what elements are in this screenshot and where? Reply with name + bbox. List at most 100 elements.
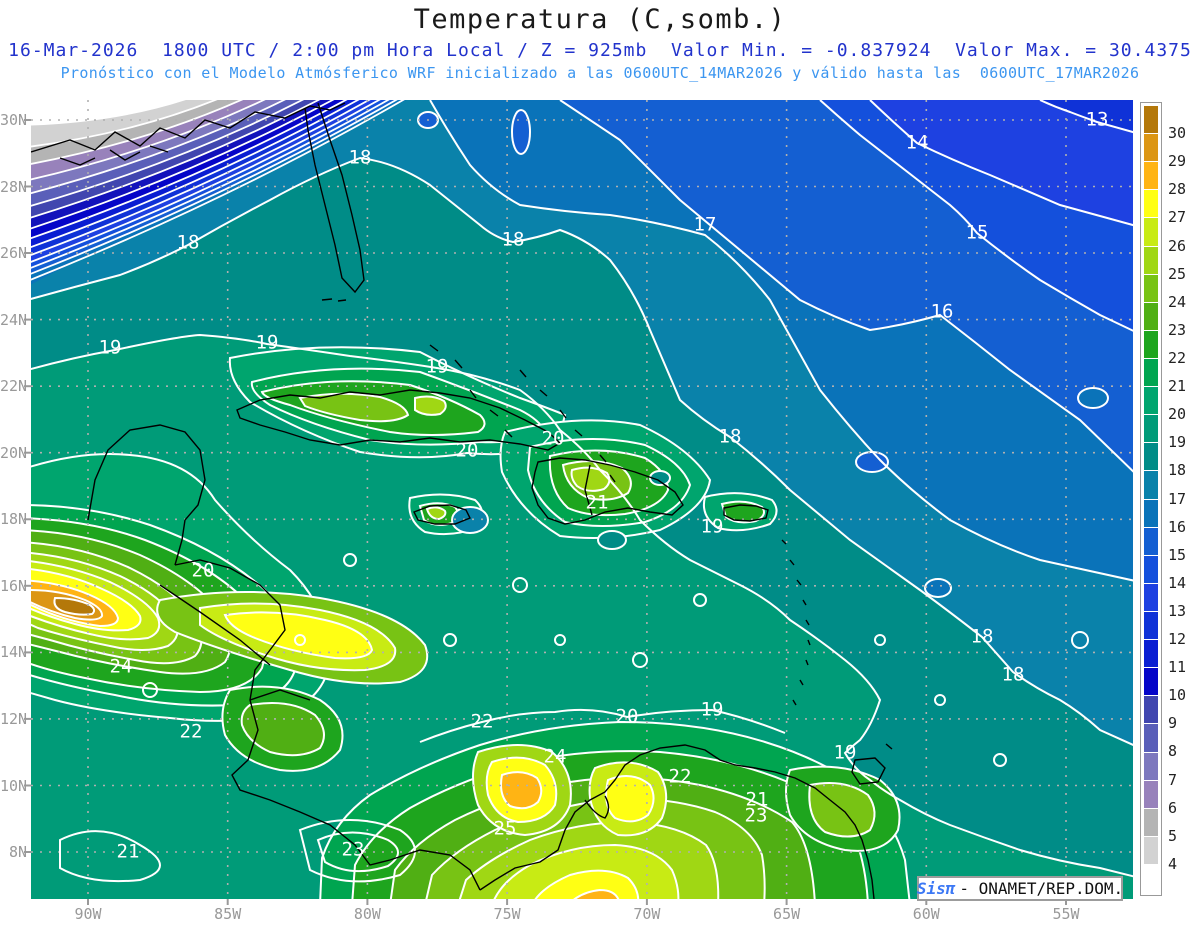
colorbar-segment — [1144, 668, 1158, 696]
colorbar-segment — [1144, 358, 1158, 387]
sispi-logo: Sisπ — [916, 879, 956, 898]
colorbar-value-14: 14 — [1168, 573, 1187, 592]
colorbar-value-26: 26 — [1168, 236, 1187, 255]
lat-label-28N: 28N — [0, 177, 28, 196]
colorbar-value-8: 8 — [1168, 742, 1178, 761]
lat-label-26N: 26N — [0, 244, 28, 262]
contour-label-21: 21 — [586, 492, 609, 514]
lon-label-75W: 75W — [493, 905, 521, 923]
colorbar-segment — [1144, 640, 1158, 668]
lat-label-30N: 30N — [0, 111, 28, 129]
colorbar-value-25: 25 — [1168, 264, 1187, 283]
colorbar-segment — [1144, 274, 1158, 302]
lat-label-18N: 18N — [0, 510, 28, 529]
contour-label-17: 17 — [694, 214, 717, 236]
lon-label-80W: 80W — [353, 905, 381, 923]
lat-label-10N: 10N — [0, 776, 28, 795]
lon-label-90W: 90W — [74, 905, 102, 923]
attribution-text: - ONAMET/REP.DOM. — [959, 879, 1124, 898]
colorbar-segment — [1144, 415, 1158, 443]
colorbar-value-22: 22 — [1168, 348, 1187, 367]
colorbar-segment — [1144, 724, 1158, 752]
colorbar-value-17: 17 — [1168, 489, 1187, 508]
contour-label-22: 22 — [669, 766, 692, 788]
colorbar-segment — [1144, 527, 1158, 555]
contour-label-19: 19 — [426, 356, 449, 378]
contour-label-21: 21 — [117, 841, 140, 863]
colorbar-value-7: 7 — [1168, 770, 1178, 789]
colorbar-value-30: 30 — [1168, 124, 1187, 143]
colorbar-segment — [1144, 471, 1158, 499]
colorbar-segment — [1144, 780, 1158, 808]
colorbar-value-11: 11 — [1168, 658, 1187, 677]
colorbar-value-18: 18 — [1168, 461, 1187, 480]
contour-label-16: 16 — [931, 301, 954, 323]
colorbar-segment — [1144, 583, 1158, 611]
lat-label-12N: 12N — [0, 709, 28, 728]
colorbar-value-12: 12 — [1168, 630, 1187, 649]
colorbar-value-23: 23 — [1168, 320, 1187, 339]
lon-label-70W: 70W — [633, 905, 661, 923]
contour-label-18: 18 — [1002, 664, 1025, 686]
contour-label-20: 20 — [192, 560, 215, 582]
weather-map-page: Temperatura (C,somb.) 16-Mar-2026 1800 U… — [0, 0, 1200, 927]
contour-label-18: 18 — [502, 229, 525, 251]
contour-label-14: 14 — [906, 132, 929, 154]
colorbar-segment — [1144, 752, 1158, 780]
contour-label-18: 18 — [971, 626, 994, 648]
colorbar-value-5: 5 — [1168, 826, 1178, 845]
colorbar-segment — [1144, 499, 1158, 527]
lat-label-8N: 8N — [8, 843, 27, 861]
temperature-contour-map: 18 18 18 17 14 13 15 16 19 19 19 18 20 20 21 19 20 24 22 21… — [24, 100, 1133, 905]
colorbar-segment — [1144, 808, 1158, 836]
contour-label-19: 19 — [99, 337, 122, 359]
colorbar-segment — [1144, 162, 1158, 190]
colorbar-value-9: 9 — [1168, 714, 1178, 733]
contour-label-19: 19 — [701, 516, 724, 538]
colorbar-value-15: 15 — [1168, 545, 1187, 564]
lat-label-22N: 22N — [0, 377, 28, 396]
colorbar-value-16: 16 — [1168, 517, 1187, 536]
colorbar-value-13: 13 — [1168, 601, 1187, 620]
colorbar-value-24: 24 — [1168, 292, 1187, 311]
contour-label-18: 18 — [719, 426, 742, 448]
contour-label-23: 23 — [745, 805, 768, 827]
lat-label-16N: 16N — [0, 576, 28, 595]
lat-label-14N: 14N — [0, 643, 28, 662]
colorbar-segment — [1144, 836, 1158, 864]
contour-label-19: 19 — [256, 332, 279, 354]
colorbar-segment — [1144, 330, 1158, 358]
lat-label-24N: 24N — [0, 310, 28, 329]
colorbar-value-19: 19 — [1168, 433, 1187, 452]
contour-label-22: 22 — [471, 711, 494, 733]
colorbar-segment — [1144, 611, 1158, 640]
contour-label-20: 20 — [616, 706, 639, 728]
contour-label-20: 20 — [542, 428, 565, 450]
contour-label-18: 18 — [177, 232, 200, 254]
colorbar-value-20: 20 — [1168, 405, 1187, 424]
contour-label-19: 19 — [701, 699, 724, 721]
colorbar-segment — [1144, 106, 1158, 134]
colorbar-value-29: 29 — [1168, 152, 1187, 171]
colorbar-segment — [1144, 246, 1158, 274]
colorbar-value-27: 27 — [1168, 208, 1187, 227]
colorbar-segment — [1144, 387, 1158, 415]
colorbar-segment — [1144, 443, 1158, 471]
colorbar-segment — [1144, 696, 1158, 724]
lon-label-85W: 85W — [214, 905, 242, 923]
colorbar-segment — [1144, 218, 1158, 246]
colorbar-value-28: 28 — [1168, 180, 1187, 199]
contour-label-18: 18 — [349, 147, 372, 169]
colorbar-segment — [1144, 190, 1158, 218]
colorbar — [1140, 102, 1162, 896]
colorbar-segment — [1144, 555, 1158, 583]
lon-label-55W: 55W — [1052, 905, 1080, 923]
contour-label-15: 15 — [966, 222, 989, 244]
lon-label-65W: 65W — [773, 905, 801, 923]
lat-label-20N: 20N — [0, 443, 28, 462]
contour-label-25: 25 — [494, 818, 517, 840]
contour-label-24: 24 — [544, 746, 567, 768]
colorbar-value-21: 21 — [1168, 377, 1187, 396]
contour-label-24: 24 — [110, 656, 133, 678]
lon-label-60W: 60W — [912, 905, 940, 923]
